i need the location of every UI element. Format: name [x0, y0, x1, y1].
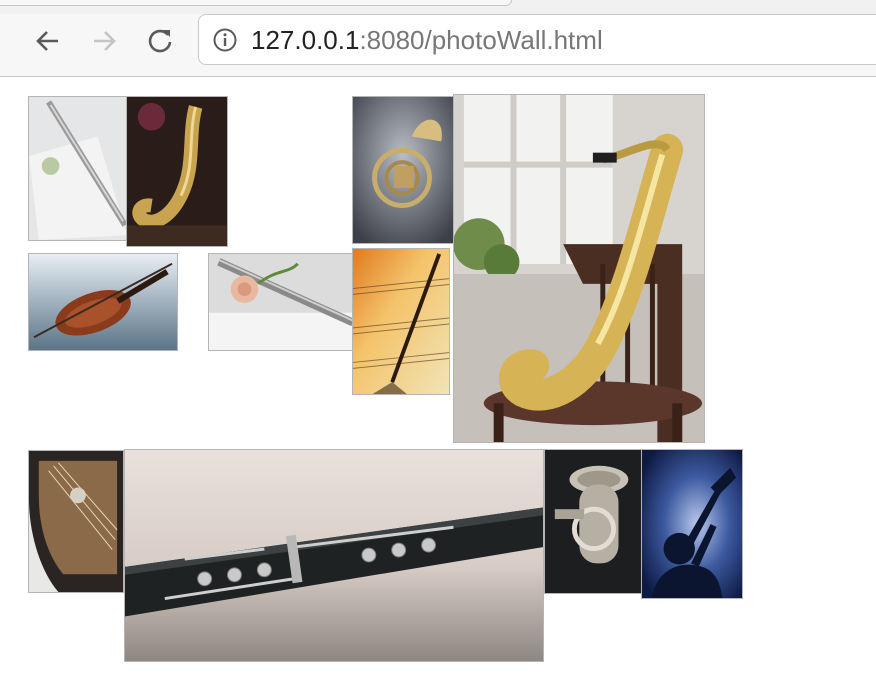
browser-tab[interactable]: [0, 0, 512, 6]
photo-flute[interactable]: [28, 96, 128, 241]
photo-clarinet[interactable]: [124, 449, 544, 662]
url-host: 127.0.0.1: [251, 25, 360, 55]
photo-flute-with-rose[interactable]: [208, 253, 354, 351]
reload-button[interactable]: [142, 26, 178, 56]
photo-sheet-music[interactable]: [352, 248, 450, 395]
arrow-left-icon: [36, 31, 58, 51]
url-text[interactable]: 127.0.0.1:8080/photoWall.html: [251, 25, 603, 55]
tab-strip: [0, 0, 876, 14]
photo-tuba[interactable]: [544, 449, 643, 594]
photo-wall: [0, 77, 876, 698]
photo-violin[interactable]: [28, 253, 178, 351]
photo-trumpet-player[interactable]: [641, 449, 743, 599]
url-path: :8080/photoWall.html: [359, 25, 603, 55]
reload-icon: [148, 29, 172, 53]
back-button[interactable]: [30, 26, 66, 56]
forward-button[interactable]: [86, 26, 122, 56]
photo-saxophone[interactable]: [126, 96, 228, 247]
browser-toolbar: 127.0.0.1:8080/photoWall.html: [0, 14, 876, 77]
photo-piano[interactable]: [28, 450, 124, 593]
photo-saxophone-on-chair[interactable]: [453, 94, 705, 443]
photo-french-horn[interactable]: [352, 96, 454, 244]
arrow-right-icon: [94, 31, 116, 51]
info-circle-icon[interactable]: [213, 28, 237, 52]
address-bar[interactable]: 127.0.0.1:8080/photoWall.html: [198, 14, 876, 65]
